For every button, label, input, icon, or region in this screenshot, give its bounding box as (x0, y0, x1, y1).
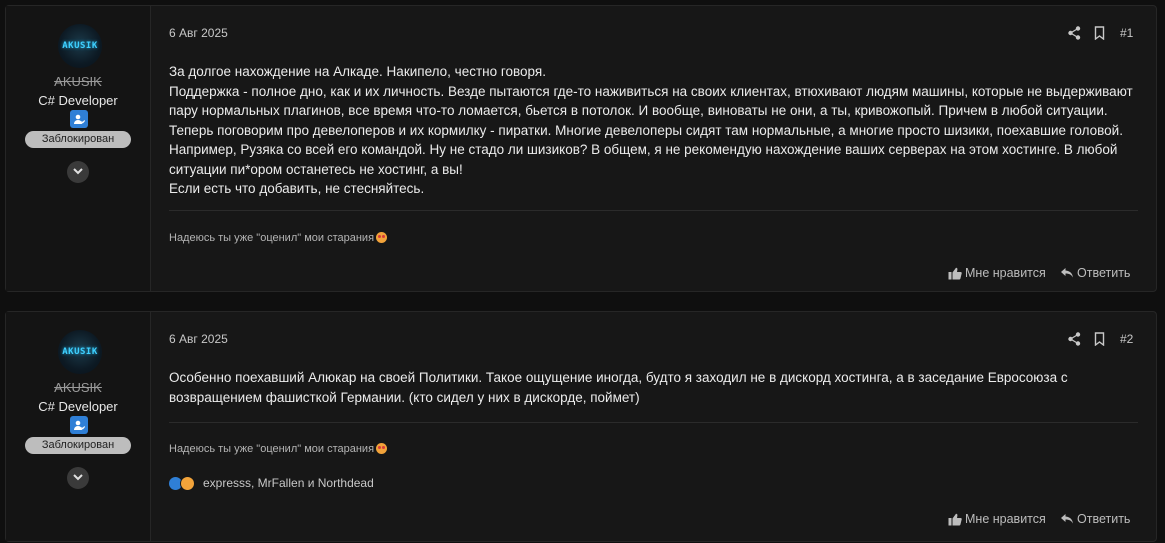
avatar[interactable]: AKUSIK (58, 330, 102, 374)
share-icon[interactable] (1068, 332, 1081, 351)
user-info-panel: AKUSIK AKUSIK C# Developer Заблокирован (6, 6, 151, 291)
post-paragraph: Особенно поехавший Алюкар на своей Полит… (169, 370, 1068, 405)
avatar-text: AKUSIK (62, 347, 98, 357)
reply-button[interactable]: Ответить (1060, 512, 1130, 526)
user-title: C# Developer (38, 93, 118, 108)
reply-icon (1061, 268, 1073, 278)
signature-text: Надеюсь ты уже "оценил" мои старания (169, 232, 375, 244)
reply-label: Ответить (1077, 266, 1131, 280)
signature: Надеюсь ты уже "оценил" мои старания (169, 232, 388, 244)
expand-user-info-button[interactable] (67, 467, 89, 489)
username[interactable]: AKUSIK (6, 74, 150, 89)
post-paragraph: Поддержка - полное дно, как и их личност… (169, 83, 1133, 119)
post-paragraph: Если есть что добавить, не стесняйтесь. (169, 181, 425, 196)
reaction-users[interactable]: expresss, MrFallen и Northdead (203, 476, 374, 490)
post: AKUSIK AKUSIK C# Developer Заблокирован … (5, 311, 1157, 542)
post: AKUSIK AKUSIK C# Developer Заблокирован … (5, 5, 1157, 292)
user-info-panel: AKUSIK AKUSIK C# Developer Заблокирован (6, 312, 151, 541)
like-button[interactable]: Мне нравится (948, 512, 1046, 526)
share-icon[interactable] (1068, 26, 1081, 45)
reply-icon (1061, 514, 1073, 524)
post-number[interactable]: #2 (1120, 332, 1133, 346)
post-date[interactable]: 6 Авг 2025 (169, 26, 228, 40)
post-number[interactable]: #1 (1120, 26, 1133, 40)
reply-button[interactable]: Ответить (1060, 266, 1130, 280)
user-group-icon (70, 110, 88, 128)
star-struck-emoji-icon (376, 443, 388, 454)
avatar[interactable]: AKUSIK (58, 24, 102, 68)
signature: Надеюсь ты уже "оценил" мои старания (169, 443, 388, 455)
like-button[interactable]: Мне нравится (948, 266, 1046, 280)
expand-user-info-button[interactable] (67, 161, 89, 183)
signature-divider (169, 422, 1138, 423)
username[interactable]: AKUSIK (6, 380, 150, 395)
post-actions: Мне нравится Ответить (948, 512, 1138, 528)
post-tools: #1 (1068, 26, 1138, 44)
post-tools: #2 (1068, 332, 1138, 350)
like-label: Мне нравится (965, 512, 1046, 526)
post-body: Особенно поехавший Алюкар на своей Полит… (169, 368, 1144, 407)
reply-label: Ответить (1077, 512, 1131, 526)
signature-text: Надеюсь ты уже "оценил" мои старания (169, 443, 375, 455)
star-struck-emoji-icon (376, 232, 388, 243)
bookmark-icon[interactable] (1094, 26, 1105, 45)
post-date[interactable]: 6 Авг 2025 (169, 332, 228, 346)
chevron-down-icon (73, 474, 83, 481)
post-paragraph: За долгое нахождение на Алкаде. Накипело… (169, 64, 546, 79)
avatar-text: AKUSIK (62, 41, 98, 51)
post-body: За долгое нахождение на Алкаде. Накипело… (169, 62, 1144, 199)
bookmark-icon[interactable] (1094, 332, 1105, 351)
chevron-down-icon (73, 168, 83, 175)
thumbs-up-icon (948, 513, 962, 525)
post-actions: Мне нравится Ответить (948, 266, 1138, 282)
banned-badge: Заблокирован (25, 437, 131, 454)
signature-divider (169, 210, 1138, 211)
user-title: C# Developer (38, 399, 118, 414)
star-struck-reaction-icon (180, 476, 195, 491)
thumbs-up-icon (948, 267, 962, 279)
user-group-icon (70, 416, 88, 434)
like-label: Мне нравится (965, 266, 1046, 280)
post-paragraph: Теперь поговорим про девелоперов и их ко… (169, 122, 1123, 177)
banned-badge: Заблокирован (25, 131, 131, 148)
